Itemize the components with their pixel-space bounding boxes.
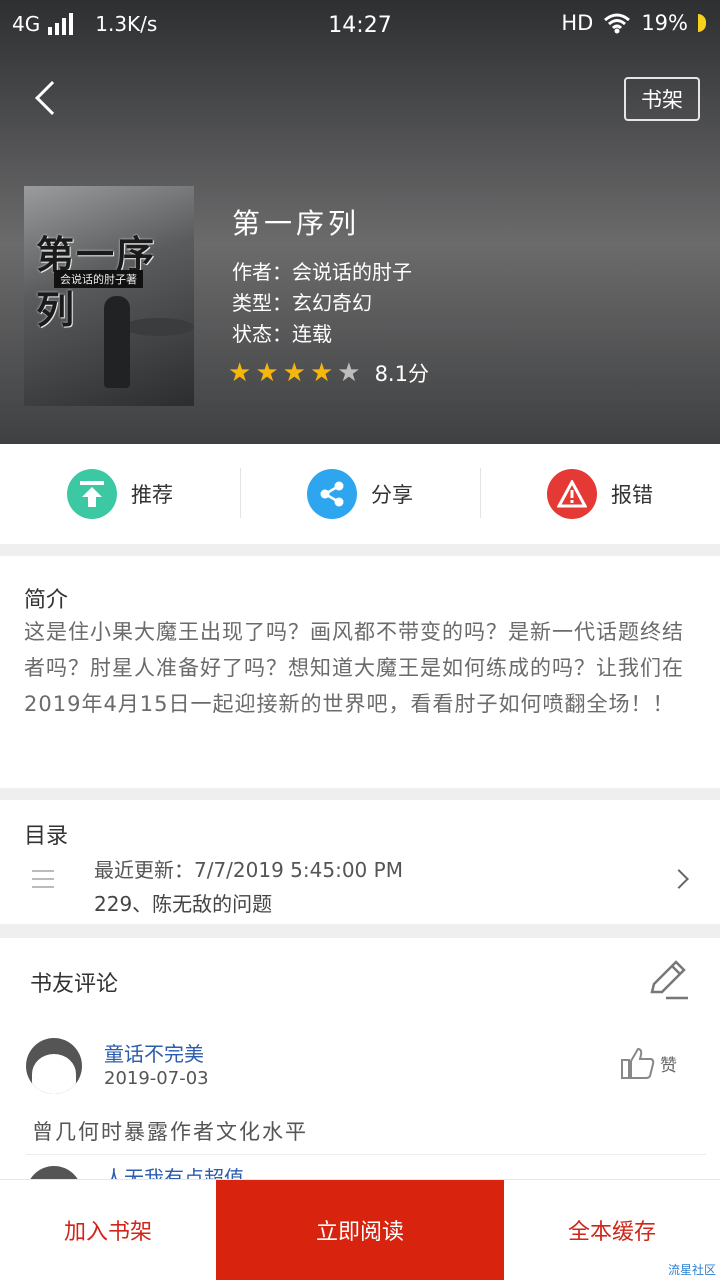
recommend-label: 推荐: [131, 483, 173, 507]
cover-figure: [104, 296, 130, 388]
chevron-left-icon: [35, 81, 69, 115]
hd-indicator: HD: [561, 11, 594, 35]
latest-chapter: 229、陈无敌的问题: [94, 892, 273, 916]
star-icon: ★: [337, 358, 361, 388]
share-label: 分享: [371, 483, 413, 507]
latest-update: 最近更新：7/7/2019 5:45:00 PM: [94, 858, 403, 882]
rating-score: 8.1分: [374, 362, 429, 386]
like-button[interactable]: 赞: [620, 1046, 677, 1080]
intro-text: 这是住小果大魔王出现了吗？画风都不带变的吗？是新一代话题终结者吗？肘星人准备好了…: [24, 620, 684, 716]
read-now-button[interactable]: 立即阅读: [216, 1180, 504, 1280]
bottom-action-bar: 加入书架 立即阅读 全本缓存: [0, 1180, 720, 1280]
like-label: 赞: [660, 1055, 677, 1076]
genre-value: 玄幻奇幻: [292, 291, 372, 315]
toc-section[interactable]: 目录 最近更新：7/7/2019 5:45:00 PM 229、陈无敌的问题: [0, 800, 720, 924]
list-icon: [32, 870, 54, 890]
comments-title: 书友评论: [30, 972, 119, 997]
comment-text: 曾几何时暴露作者文化水平: [32, 1120, 308, 1144]
back-button[interactable]: [30, 78, 70, 122]
cover-subtitle: 会说话的肘子著: [54, 270, 143, 288]
author-name: 会说话的肘子: [292, 260, 412, 284]
genre-line: 类型：玄幻奇幻: [232, 287, 372, 316]
status-label: 状态：: [232, 322, 292, 346]
book-title: 第一序列: [232, 207, 361, 240]
edit-icon[interactable]: [646, 958, 690, 1002]
author-line: 作者：会说话的肘子: [232, 256, 412, 285]
warning-icon: [547, 469, 597, 519]
wifi-icon: [604, 13, 631, 34]
recommend-button[interactable]: 推荐: [0, 444, 240, 544]
bookshelf-button[interactable]: 书架: [624, 77, 700, 121]
divider: [26, 1154, 706, 1155]
action-bar: 推荐 分享 报错: [0, 444, 720, 544]
share-icon: [307, 469, 357, 519]
cover-art: [124, 318, 194, 336]
status-value: 连载: [292, 322, 332, 346]
intro-section: 简介 这是住小果大魔王出现了吗？画风都不带变的吗？是新一代话题终结者吗？肘星人准…: [0, 556, 720, 788]
share-button[interactable]: 分享: [240, 444, 480, 544]
toc-title: 目录: [24, 824, 69, 849]
avatar[interactable]: [26, 1038, 82, 1094]
genre-label: 类型：: [232, 291, 292, 315]
chevron-right-icon: [669, 869, 689, 889]
intro-title: 简介: [24, 588, 69, 613]
battery-level: 19%: [641, 11, 688, 35]
status-right: HD 19%: [561, 11, 706, 35]
comment-author[interactable]: 童话不完美: [104, 1038, 204, 1067]
author-label: 作者：: [232, 260, 292, 284]
watermark: 流星社区: [667, 1263, 716, 1277]
comment-date: 2019-07-03: [104, 1068, 209, 1089]
book-detail-page: 4G 1.3K/s 14:27 HD 19% 书架 第一序列 会说话的肘子著 第…: [0, 0, 720, 1280]
star-icon: ★: [282, 358, 306, 388]
battery-icon: [698, 14, 706, 32]
add-to-shelf-button[interactable]: 加入书架: [0, 1180, 216, 1280]
upload-arrow-icon: [67, 469, 117, 519]
report-error-label: 报错: [611, 483, 653, 507]
status-line: 状态：连载: [232, 318, 332, 347]
book-header: 4G 1.3K/s 14:27 HD 19% 书架 第一序列 会说话的肘子著 第…: [0, 0, 720, 444]
star-icon: ★: [228, 358, 252, 388]
book-cover[interactable]: 第一序列 会说话的肘子著: [24, 186, 194, 406]
star-icon: ★: [309, 358, 334, 388]
star-icon: ★: [255, 358, 279, 388]
report-error-button[interactable]: 报错: [480, 444, 720, 544]
rating: ★ ★ ★ ★ ★ 8.1分: [228, 358, 429, 388]
thumbs-up-icon: [621, 1047, 655, 1079]
status-bar: 4G 1.3K/s 14:27 HD 19%: [0, 0, 720, 52]
